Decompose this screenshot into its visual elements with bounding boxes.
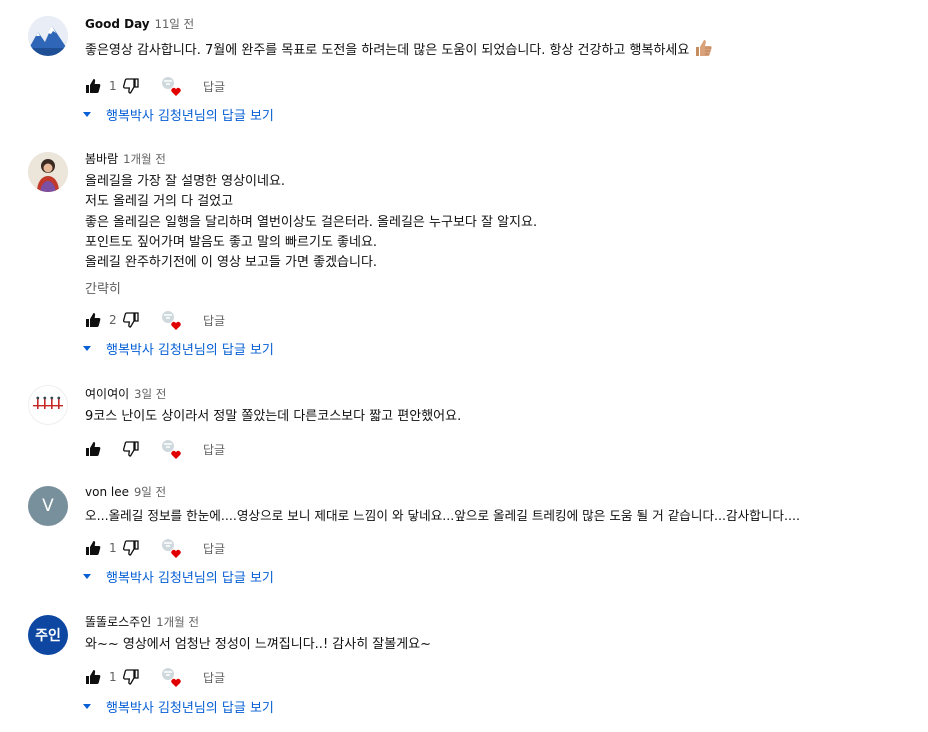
- comment-author[interactable]: 똘똘로스주인: [85, 613, 151, 630]
- comment-actions: 1 답글: [85, 536, 225, 560]
- like-count: 1: [109, 541, 117, 555]
- pattern-avatar-image: [29, 386, 67, 424]
- comment-actions: 1 답글: [85, 665, 225, 689]
- creator-heart-icon: [161, 310, 181, 330]
- comment-author[interactable]: 여이여이: [85, 385, 129, 402]
- comment-body: von lee 9일 전 오...올레길 정보를 한눈에....영상으로 보니 …: [85, 484, 925, 526]
- like-icon[interactable]: [85, 669, 101, 685]
- comment-actions: 1 답글: [85, 74, 225, 98]
- reply-button[interactable]: 답글: [203, 78, 225, 95]
- view-replies-button[interactable]: 행복박사 김청년님의 답글 보기: [82, 565, 274, 587]
- caret-down-icon: [83, 346, 91, 351]
- creator-heart-icon: [161, 667, 181, 687]
- comment-time[interactable]: 11일 전: [155, 16, 194, 32]
- comment-text: 오...올레길 정보를 한눈에....영상으로 보니 제대로 느낌이 와 닿네요…: [85, 508, 800, 523]
- caret-down-icon: [83, 704, 91, 709]
- comment-text: 와~~ 영상에서 엄청난 정성이 느껴집니다..! 감사히 잘볼게요~: [85, 637, 432, 652]
- like-count: 1: [109, 670, 117, 684]
- view-replies-label: 행복박사 김청년님의 답글 보기: [106, 342, 274, 358]
- creator-heart-icon: [161, 439, 181, 459]
- comment-author[interactable]: Good Day: [85, 17, 150, 31]
- comment-actions: 답글: [85, 437, 225, 461]
- reply-button[interactable]: 답글: [203, 312, 225, 329]
- comment-author[interactable]: 봄바람: [85, 150, 118, 167]
- creator-heart-icon: [161, 76, 181, 96]
- reply-button[interactable]: 답글: [203, 441, 225, 458]
- dislike-icon[interactable]: [123, 540, 139, 556]
- read-less-button[interactable]: 간략히: [85, 278, 925, 298]
- view-replies-label: 행복박사 김청년님의 답글 보기: [106, 108, 274, 124]
- like-count: 2: [109, 313, 117, 327]
- comment-time[interactable]: 1개월 전: [156, 614, 199, 630]
- comment-text: 올레길을 가장 잘 설명한 영상이네요. 저도 올레길 거의 다 걸었고 좋은 …: [85, 174, 538, 271]
- view-replies-button[interactable]: 행복박사 김청년님의 답글 보기: [82, 103, 274, 125]
- view-replies-label: 행복박사 김청년님의 답글 보기: [106, 570, 274, 586]
- comment-body: 여이여이 3일 전 9코스 난이도 상이라서 정말 쫄았는데 다른코스보다 짧고…: [85, 385, 925, 427]
- like-icon[interactable]: [85, 78, 101, 94]
- avatar[interactable]: 주인: [28, 615, 68, 655]
- comment-body: 똘똘로스주인 1개월 전 와~~ 영상에서 엄청난 정성이 느껴집니다..! 감…: [85, 613, 925, 655]
- like-icon[interactable]: [85, 540, 101, 556]
- comment-text: 9코스 난이도 상이라서 정말 쫄았는데 다른코스보다 짧고 편안했어요.: [85, 409, 462, 424]
- caret-down-icon: [83, 574, 91, 579]
- view-replies-button[interactable]: 행복박사 김청년님의 답글 보기: [82, 695, 274, 717]
- avatar[interactable]: [28, 152, 68, 192]
- comment-time[interactable]: 9일 전: [134, 484, 166, 500]
- like-icon[interactable]: [85, 312, 101, 328]
- reply-button[interactable]: 답글: [203, 669, 225, 686]
- creator-heart-icon: [161, 538, 181, 558]
- reply-button[interactable]: 답글: [203, 540, 225, 557]
- caret-down-icon: [83, 112, 91, 117]
- dislike-icon[interactable]: [123, 441, 139, 457]
- thumbs-up-emoji-icon: [696, 40, 713, 56]
- avatar-letter: 주인: [35, 628, 61, 644]
- view-replies-label: 행복박사 김청년님의 답글 보기: [106, 700, 274, 716]
- avatar[interactable]: [28, 16, 68, 56]
- comment-body: Good Day 11일 전 좋은영상 감사합니다. 7월에 완주를 목표로 도…: [85, 16, 925, 61]
- comment-actions: 2 답글: [85, 308, 225, 332]
- comment-time[interactable]: 1개월 전: [123, 151, 166, 167]
- avatar-letter: V: [42, 496, 54, 516]
- dislike-icon[interactable]: [123, 312, 139, 328]
- person-photo-avatar-image: [28, 152, 68, 192]
- like-icon[interactable]: [85, 441, 101, 457]
- avatar[interactable]: [28, 385, 68, 425]
- like-count: 1: [109, 79, 117, 93]
- mountain-avatar-image: [28, 16, 68, 56]
- comment-time[interactable]: 3일 전: [134, 386, 166, 402]
- avatar[interactable]: V: [28, 486, 68, 526]
- dislike-icon[interactable]: [123, 669, 139, 685]
- comment-body: 봄바람 1개월 전 올레길을 가장 잘 설명한 영상이네요. 저도 올레길 거의…: [85, 150, 925, 298]
- view-replies-button[interactable]: 행복박사 김청년님의 답글 보기: [82, 337, 274, 359]
- comment-text: 좋은영상 감사합니다. 7월에 완주를 목표로 도전을 하려는데 많은 도움이 …: [85, 38, 925, 61]
- comment-author[interactable]: von lee: [85, 485, 129, 499]
- dislike-icon[interactable]: [123, 78, 139, 94]
